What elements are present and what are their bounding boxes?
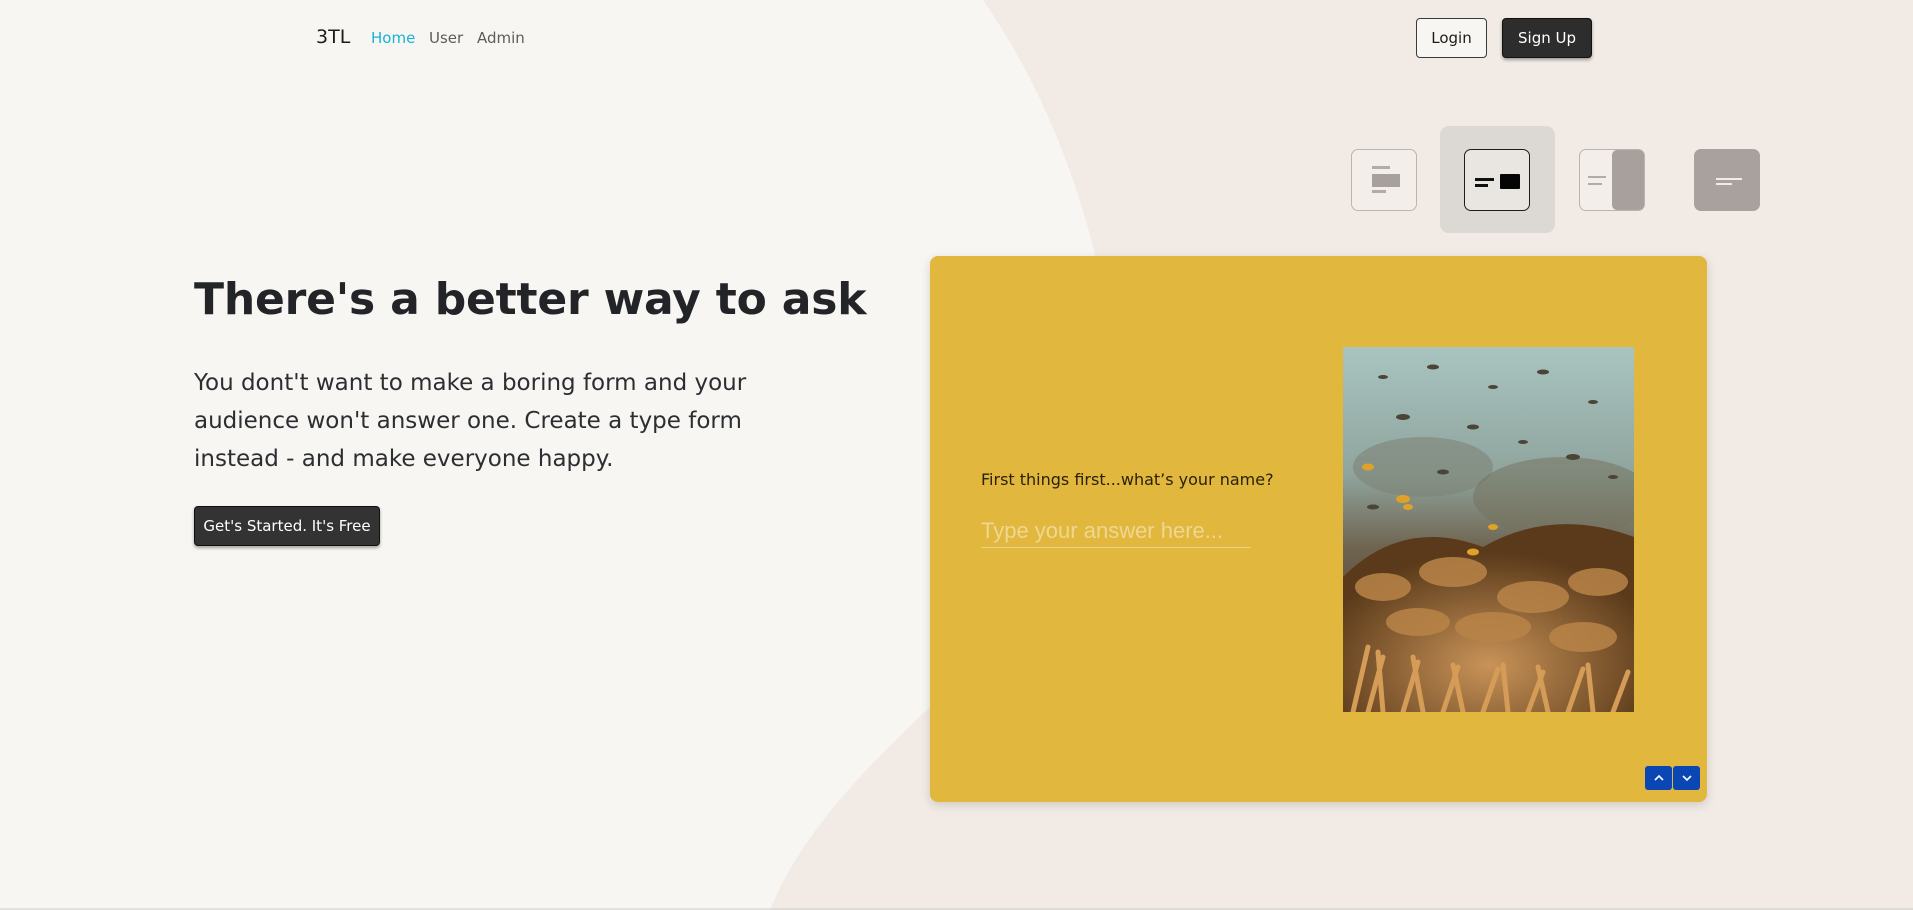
nav-link-home[interactable]: Home xyxy=(371,29,415,47)
previous-question-button[interactable] xyxy=(1645,766,1672,790)
layout-stack-icon xyxy=(1372,166,1400,193)
layout-side-image-option[interactable] xyxy=(1579,149,1645,211)
layout-split-option[interactable] xyxy=(1464,149,1530,211)
hero-title: There's a better way to ask xyxy=(194,274,867,325)
chevron-up-icon xyxy=(1653,774,1664,781)
brand-logo[interactable]: 3TL xyxy=(316,26,350,48)
form-preview-card: First things first...what’s your name? xyxy=(930,256,1707,802)
nav-link-user[interactable]: User xyxy=(429,29,463,47)
question-label: First things first...what’s your name? xyxy=(981,470,1274,489)
layout-side-image-icon xyxy=(1588,150,1644,210)
chevron-down-icon xyxy=(1681,775,1692,782)
answer-input[interactable] xyxy=(981,514,1251,548)
layout-full-image-icon xyxy=(1716,178,1742,185)
layout-stack-option[interactable] xyxy=(1351,149,1417,211)
layout-split-icon xyxy=(1475,174,1520,189)
coral-reef-image xyxy=(1343,347,1634,712)
hero-subtitle: You dont't want to make a boring form an… xyxy=(194,370,747,472)
next-question-button[interactable] xyxy=(1673,766,1700,790)
get-started-button[interactable]: Get's Started. It's Free xyxy=(194,506,380,546)
nav-link-admin[interactable]: Admin xyxy=(477,29,525,47)
signup-button[interactable]: Sign Up xyxy=(1502,18,1592,58)
layout-full-image-option[interactable] xyxy=(1694,149,1760,211)
login-button[interactable]: Login xyxy=(1416,18,1487,58)
